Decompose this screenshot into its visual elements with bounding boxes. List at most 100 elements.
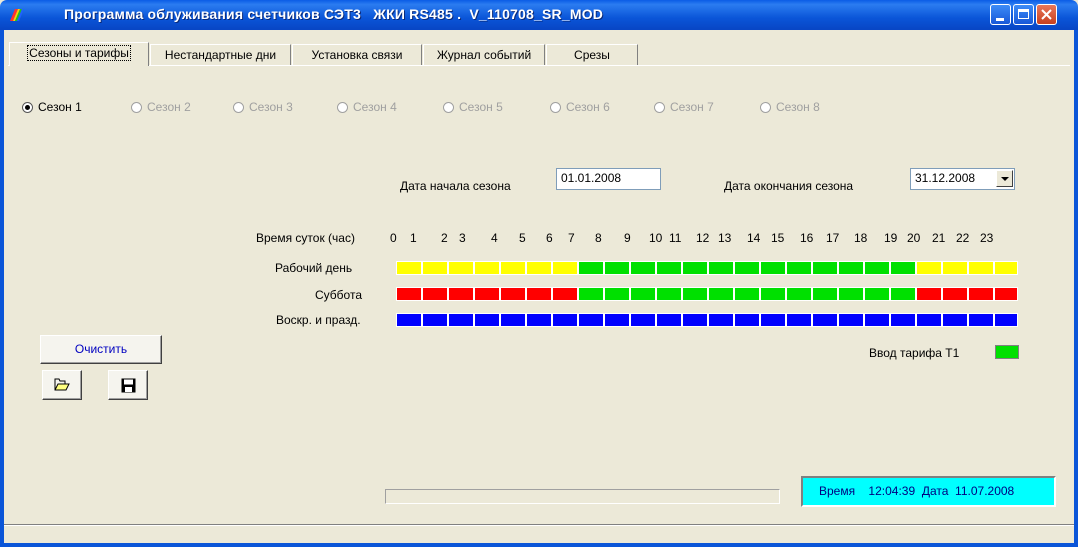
schedule-cell[interactable] — [734, 261, 760, 275]
schedule-cell[interactable] — [734, 313, 760, 327]
minimize-button[interactable] — [990, 4, 1011, 25]
tab-event-log[interactable]: Журнал событий — [423, 44, 545, 65]
season-start-label: Дата начала сезона — [400, 179, 511, 193]
schedule-cell[interactable] — [786, 313, 812, 327]
season-start-input[interactable]: 01.01.2008 — [556, 168, 661, 190]
schedule-cell[interactable] — [864, 313, 890, 327]
schedule-cell[interactable] — [760, 287, 786, 301]
schedule-cell[interactable] — [994, 287, 1018, 301]
schedule-cell[interactable] — [448, 313, 474, 327]
schedule-cell[interactable] — [500, 287, 526, 301]
schedule-cell[interactable] — [396, 261, 422, 275]
schedule-cell[interactable] — [838, 261, 864, 275]
season-5-radio[interactable]: Сезон 5 — [443, 100, 503, 116]
schedule-cell[interactable] — [812, 261, 838, 275]
schedule-cell[interactable] — [786, 261, 812, 275]
schedule-cell[interactable] — [734, 287, 760, 301]
schedule-cell[interactable] — [890, 287, 916, 301]
schedule-cell[interactable] — [578, 313, 604, 327]
schedule-cell[interactable] — [656, 261, 682, 275]
save-button[interactable] — [108, 370, 148, 400]
clear-button[interactable]: Очистить — [40, 335, 162, 364]
season-6-radio[interactable]: Сезон 6 — [550, 100, 610, 116]
schedule-cell[interactable] — [578, 261, 604, 275]
schedule-cell[interactable] — [656, 313, 682, 327]
schedule-cell[interactable] — [552, 287, 578, 301]
schedule-cell[interactable] — [890, 261, 916, 275]
schedule-cell[interactable] — [942, 261, 968, 275]
schedule-cell[interactable] — [526, 313, 552, 327]
schedule-cell[interactable] — [604, 287, 630, 301]
schedule-cell[interactable] — [422, 313, 448, 327]
radio-icon — [443, 102, 454, 113]
tab-slices[interactable]: Срезы — [546, 44, 638, 65]
schedule-cell[interactable] — [838, 313, 864, 327]
schedule-cell[interactable] — [916, 287, 942, 301]
schedule-cell[interactable] — [422, 287, 448, 301]
schedule-cell[interactable] — [812, 287, 838, 301]
close-button[interactable] — [1036, 4, 1057, 25]
schedule-cell[interactable] — [838, 287, 864, 301]
tariff-color-swatch[interactable] — [995, 345, 1019, 359]
schedule-cell[interactable] — [916, 313, 942, 327]
season-4-radio[interactable]: Сезон 4 — [337, 100, 397, 116]
schedule-cell[interactable] — [604, 313, 630, 327]
schedule-cell[interactable] — [812, 313, 838, 327]
schedule-cell[interactable] — [474, 313, 500, 327]
maximize-button[interactable] — [1013, 4, 1034, 25]
schedule-cell[interactable] — [396, 287, 422, 301]
schedule-cell[interactable] — [526, 261, 552, 275]
schedule-cell[interactable] — [760, 261, 786, 275]
hour-label: 22 — [956, 231, 970, 245]
schedule-cell[interactable] — [968, 287, 994, 301]
schedule-cell[interactable] — [526, 287, 552, 301]
schedule-cell[interactable] — [500, 261, 526, 275]
season-1-radio[interactable]: Сезон 1 — [22, 100, 82, 116]
chevron-down-icon[interactable] — [996, 170, 1013, 187]
schedule-cell[interactable] — [396, 313, 422, 327]
schedule-cell[interactable] — [552, 313, 578, 327]
schedule-cell[interactable] — [708, 313, 734, 327]
schedule-cell[interactable] — [708, 287, 734, 301]
schedule-cell[interactable] — [422, 261, 448, 275]
schedule-cell[interactable] — [890, 313, 916, 327]
schedule-cell[interactable] — [474, 287, 500, 301]
schedule-cell[interactable] — [942, 313, 968, 327]
open-button[interactable] — [42, 370, 82, 400]
schedule-cell[interactable] — [942, 287, 968, 301]
schedule-cell[interactable] — [994, 313, 1018, 327]
schedule-cell[interactable] — [552, 261, 578, 275]
schedule-cell[interactable] — [760, 313, 786, 327]
tab-connection[interactable]: Установка связи — [292, 44, 422, 65]
season-3-radio[interactable]: Сезон 3 — [233, 100, 293, 116]
season-end-select[interactable]: 31.12.2008 — [910, 168, 1015, 190]
schedule-cell[interactable] — [682, 313, 708, 327]
schedule-cell[interactable] — [968, 261, 994, 275]
schedule-cell[interactable] — [604, 261, 630, 275]
schedule-cell[interactable] — [474, 261, 500, 275]
schedule-cell[interactable] — [864, 261, 890, 275]
schedule-cell[interactable] — [916, 261, 942, 275]
title-bar[interactable]: Программа облуживания счетчиков СЭТ3 ЖКИ… — [0, 0, 1078, 30]
schedule-cell[interactable] — [682, 287, 708, 301]
schedule-cell[interactable] — [630, 313, 656, 327]
folder-open-icon — [54, 378, 70, 391]
schedule-cell[interactable] — [786, 287, 812, 301]
schedule-cell[interactable] — [500, 313, 526, 327]
schedule-cell[interactable] — [682, 261, 708, 275]
tab-seasons-tariffs[interactable]: Сезоны и тарифы — [9, 42, 149, 66]
schedule-cell[interactable] — [864, 287, 890, 301]
schedule-cell[interactable] — [630, 261, 656, 275]
schedule-cell[interactable] — [708, 261, 734, 275]
schedule-cell[interactable] — [448, 287, 474, 301]
season-8-radio[interactable]: Сезон 8 — [760, 100, 820, 116]
schedule-cell[interactable] — [656, 287, 682, 301]
season-7-radio[interactable]: Сезон 7 — [654, 100, 714, 116]
season-2-radio[interactable]: Сезон 2 — [131, 100, 191, 116]
schedule-cell[interactable] — [968, 313, 994, 327]
schedule-cell[interactable] — [994, 261, 1018, 275]
schedule-cell[interactable] — [630, 287, 656, 301]
schedule-cell[interactable] — [578, 287, 604, 301]
tab-nonstandard-days[interactable]: Нестандартные дни — [150, 44, 291, 65]
schedule-cell[interactable] — [448, 261, 474, 275]
